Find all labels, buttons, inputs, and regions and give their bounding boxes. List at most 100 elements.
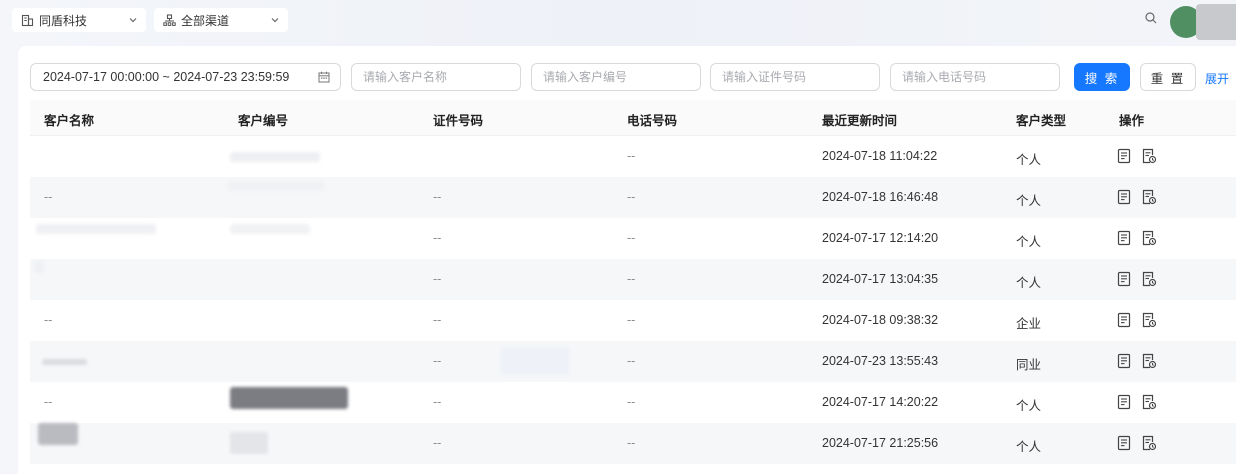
cell-phone: -- (627, 313, 636, 327)
edit-record-icon[interactable] (1141, 312, 1157, 328)
table-row[interactable]: -- -- 2024-07-17 13:04:35 个人 (30, 259, 1236, 300)
detail-icon[interactable] (1116, 271, 1132, 287)
channel-select[interactable]: 全部渠道 (154, 8, 288, 32)
row-actions (1116, 230, 1157, 246)
redacted-content (230, 432, 268, 454)
row-actions (1116, 435, 1157, 451)
column-header-customer-name: 客户名称 (44, 114, 95, 128)
user-avatar[interactable] (1170, 4, 1236, 40)
row-actions (1116, 148, 1157, 164)
customer-name-input[interactable] (351, 63, 521, 91)
search-icon[interactable] (1144, 11, 1158, 25)
cell-customer-type: 个人 (1016, 153, 1042, 167)
table-row[interactable]: -- -- -- 2024-07-17 14:20:22 个人 (30, 382, 1236, 423)
detail-icon[interactable] (1116, 230, 1132, 246)
user-name-redacted (1196, 4, 1236, 40)
company-select-label: 同盾科技 (39, 13, 88, 28)
redacted-content (500, 347, 570, 375)
calendar-icon (318, 71, 330, 83)
cell-updated-time: 2024-07-17 12:14:20 (822, 231, 939, 245)
cell-customer-name: -- (44, 395, 53, 409)
edit-record-icon[interactable] (1141, 353, 1157, 369)
cell-id-number: -- (433, 231, 442, 245)
cell-customer-type: 个人 (1016, 399, 1042, 413)
table-header: 客户名称 客户编号 证件号码 电话号码 最近更新时间 客户类型 操作 (30, 100, 1236, 136)
cell-customer-type: 个人 (1016, 235, 1042, 249)
cell-phone: -- (627, 190, 636, 204)
cell-customer-type: 个人 (1016, 440, 1042, 454)
edit-record-icon[interactable] (1141, 435, 1157, 451)
column-header-actions: 操作 (1119, 114, 1145, 128)
building-icon (20, 13, 34, 27)
cell-updated-time: 2024-07-23 13:55:43 (822, 354, 939, 368)
table-row[interactable]: -- -- -- 2024-07-18 16:46:48 个人 (30, 177, 1236, 218)
top-bar: 同盾科技 全部渠道 (0, 0, 1236, 40)
cell-updated-time: 2024-07-17 14:20:22 (822, 395, 939, 409)
row-actions (1116, 312, 1157, 328)
column-header-customer-type: 客户类型 (1016, 114, 1067, 128)
reset-button[interactable]: 重 置 (1140, 63, 1196, 91)
cell-customer-type: 企业 (1016, 317, 1042, 331)
redacted-content (230, 387, 348, 409)
id-number-input[interactable] (710, 63, 880, 91)
company-select[interactable]: 同盾科技 (12, 8, 146, 32)
cell-phone: -- (627, 149, 636, 163)
cell-id-number: -- (433, 436, 442, 450)
cell-phone: -- (627, 436, 636, 450)
cell-phone: -- (627, 395, 636, 409)
cell-phone: -- (627, 272, 636, 286)
phone-number-input[interactable] (890, 63, 1060, 91)
chevron-down-icon (270, 15, 280, 25)
table-row[interactable]: -- -- 2024-07-17 21:25:56 个人 (30, 423, 1236, 464)
column-header-updated-time: 最近更新时间 (822, 114, 898, 128)
redacted-content (36, 224, 156, 234)
detail-icon[interactable] (1116, 394, 1132, 410)
edit-record-icon[interactable] (1141, 189, 1157, 205)
redacted-content (38, 423, 78, 445)
cell-phone: -- (627, 231, 636, 245)
table-row[interactable]: -- -- 2024-07-23 13:55:43 同业 (30, 341, 1236, 382)
table-row[interactable]: -- 2024-07-18 11:04:22 个人 (30, 136, 1236, 177)
cell-customer-name: -- (44, 313, 53, 327)
cell-id-number: -- (433, 313, 442, 327)
edit-record-icon[interactable] (1141, 148, 1157, 164)
edit-record-icon[interactable] (1141, 271, 1157, 287)
customer-number-input[interactable] (531, 63, 701, 91)
cell-id-number: -- (433, 190, 442, 204)
redacted-content (230, 224, 310, 234)
chevron-down-icon (128, 15, 138, 25)
search-button[interactable]: 搜 索 (1074, 63, 1130, 91)
table-row[interactable]: -- -- 2024-07-17 12:14:20 个人 (30, 218, 1236, 259)
cell-id-number: -- (433, 354, 442, 368)
detail-icon[interactable] (1116, 189, 1132, 205)
date-range-value: 2024-07-17 00:00:00 ~ 2024-07-23 23:59:5… (43, 70, 290, 84)
cell-updated-time: 2024-07-18 16:46:48 (822, 190, 939, 204)
date-range-picker[interactable]: 2024-07-17 00:00:00 ~ 2024-07-23 23:59:5… (30, 63, 341, 91)
cell-updated-time: 2024-07-18 11:04:22 (822, 149, 938, 163)
expand-filters-link[interactable]: 展开 (1205, 70, 1229, 87)
cell-updated-time: 2024-07-17 13:04:35 (822, 272, 939, 286)
table-row[interactable]: -- -- -- 2024-07-18 09:38:32 企业 (30, 300, 1236, 341)
cell-updated-time: 2024-07-18 09:38:32 (822, 313, 939, 327)
detail-icon[interactable] (1116, 148, 1132, 164)
customer-list-panel: 2024-07-17 00:00:00 ~ 2024-07-23 23:59:5… (18, 46, 1236, 474)
row-actions (1116, 189, 1157, 205)
cell-phone: -- (627, 354, 636, 368)
channel-select-label: 全部渠道 (181, 13, 230, 28)
row-actions (1116, 271, 1157, 287)
row-actions (1116, 394, 1157, 410)
column-header-id-number: 证件号码 (433, 114, 484, 128)
edit-record-icon[interactable] (1141, 230, 1157, 246)
redacted-content (228, 181, 324, 191)
row-actions (1116, 353, 1157, 369)
cell-customer-type: 同业 (1016, 358, 1042, 372)
detail-icon[interactable] (1116, 312, 1132, 328)
edit-record-icon[interactable] (1141, 394, 1157, 410)
cell-id-number: -- (433, 395, 442, 409)
redacted-content (230, 152, 320, 162)
column-header-customer-number: 客户编号 (238, 114, 289, 128)
cell-customer-name: -- (44, 190, 53, 204)
detail-icon[interactable] (1116, 353, 1132, 369)
detail-icon[interactable] (1116, 435, 1132, 451)
cell-updated-time: 2024-07-17 21:25:56 (822, 436, 939, 450)
